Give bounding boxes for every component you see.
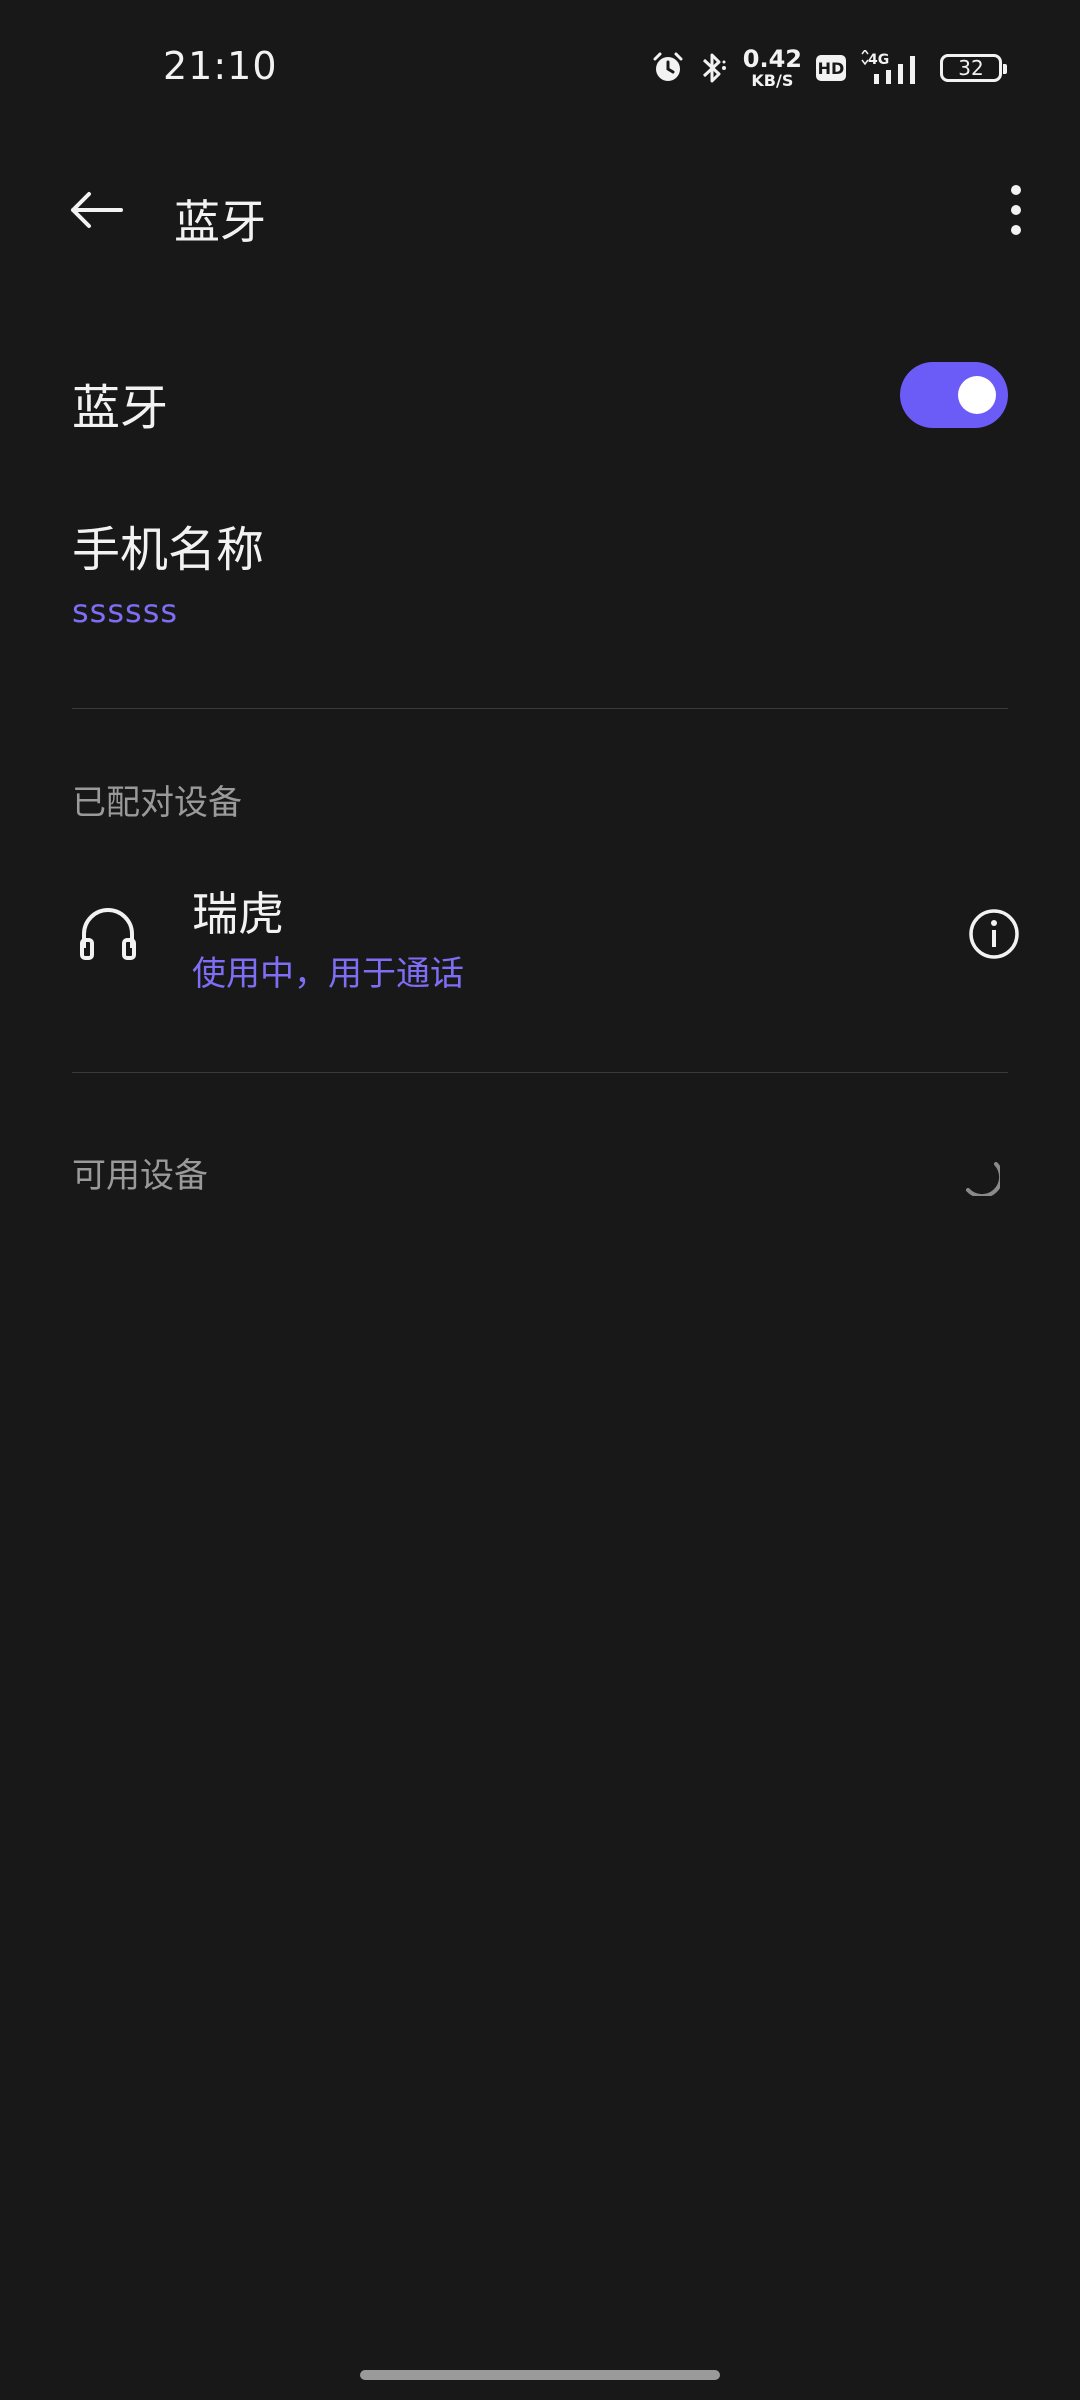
home-indicator[interactable] <box>360 2370 720 2380</box>
back-button[interactable] <box>56 180 136 240</box>
phone-name-row[interactable]: 手机名称 ssssss <box>0 500 1080 660</box>
bluetooth-toggle-row[interactable]: 蓝牙 <box>0 340 1080 450</box>
paired-devices-header: 已配对设备 <box>72 783 242 823</box>
headphones-icon <box>80 908 136 960</box>
network-type-label: 4G <box>868 52 889 68</box>
info-icon <box>969 909 1019 959</box>
device-info-button[interactable] <box>962 902 1026 966</box>
more-vertical-icon <box>1011 185 1021 235</box>
signal-icon: 4G <box>861 50 915 84</box>
status-icons: 0.42 KB/S HD 4G 32 <box>651 44 1007 92</box>
phone-name-value: ssssss <box>72 592 179 630</box>
device-status: 使用中，用于通话 <box>192 954 464 994</box>
divider <box>72 1072 1008 1073</box>
bluetooth-icon <box>702 53 726 83</box>
phone-name-title: 手机名称 <box>72 522 265 578</box>
more-options-button[interactable] <box>986 180 1046 240</box>
divider <box>72 708 1008 709</box>
switch-knob <box>958 376 996 414</box>
battery-level: 32 <box>958 56 984 80</box>
status-time: 21:10 <box>163 44 278 88</box>
battery-icon: 32 <box>940 54 1007 82</box>
app-bar: 蓝牙 <box>0 150 1080 270</box>
net-speed-value: 0.42 <box>742 45 802 73</box>
available-devices-header: 可用设备 <box>72 1156 208 1196</box>
page-title: 蓝牙 <box>174 195 266 249</box>
bluetooth-toggle-label: 蓝牙 <box>72 380 169 436</box>
hd-badge: HD <box>816 55 846 81</box>
alarm-icon <box>653 52 683 81</box>
device-name: 瑞虎 <box>192 887 284 941</box>
status-bar: 21:10 0.42 KB/S HD 4G 32 <box>0 0 1080 140</box>
bluetooth-switch[interactable] <box>900 362 1008 428</box>
paired-device-item[interactable]: 瑞虎 使用中，用于通话 <box>0 860 1080 1010</box>
arrow-left-icon <box>71 192 123 228</box>
net-speed: 0.42 KB/S <box>743 47 802 89</box>
net-speed-unit: KB/S <box>751 71 794 90</box>
loading-spinner-icon <box>966 1162 1000 1196</box>
